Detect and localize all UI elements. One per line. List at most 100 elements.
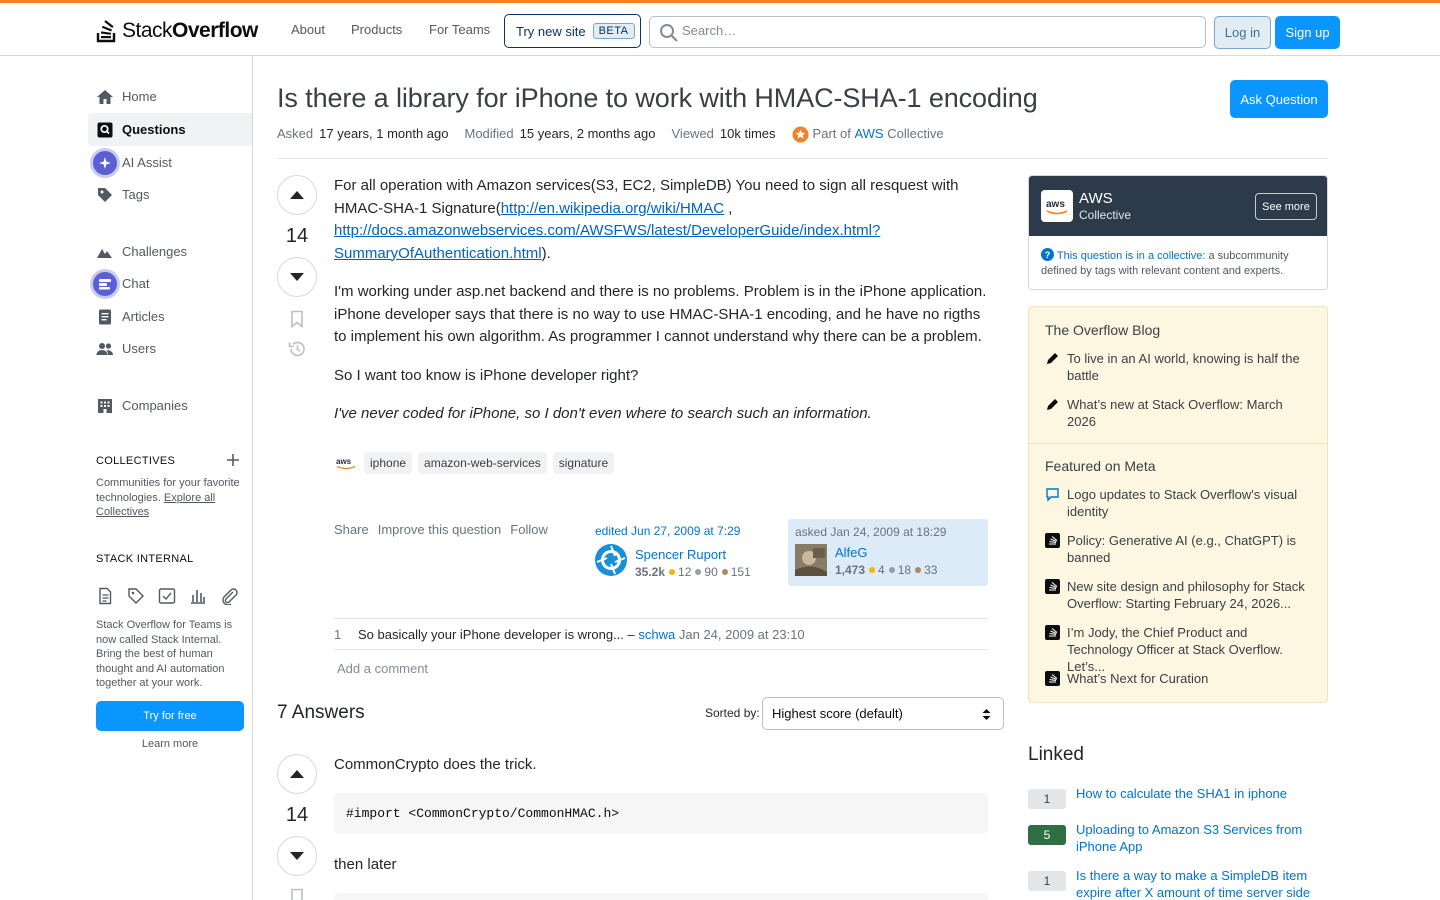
sidebar-item-tags[interactable]: Tags <box>88 178 252 211</box>
collective-card: aws AWS Collective See more ? This quest… <box>1028 175 1328 290</box>
blog-item[interactable]: To live in an AI world, knowing is half … <box>1045 350 1315 384</box>
meta-logo-icon <box>1045 625 1060 640</box>
meta-logo-icon <box>1045 671 1060 686</box>
sidebar-item-label: Chat <box>122 276 150 291</box>
search-input[interactable] <box>682 23 1182 38</box>
learn-more-link[interactable]: Learn more <box>96 738 244 750</box>
gold-badge-icon <box>869 567 876 573</box>
nav-about[interactable]: About <box>291 22 325 37</box>
ask-question-button[interactable]: Ask Question <box>1230 80 1328 118</box>
svg-text:?: ? <box>1045 250 1051 260</box>
see-more-button[interactable]: See more <box>1255 193 1317 220</box>
linked-heading: Linked <box>1028 744 1084 765</box>
asked-value[interactable]: 17 years, 1 month ago <box>319 126 448 143</box>
body-paragraph: For all operation with Amazon services(S… <box>334 175 988 265</box>
linked-title[interactable]: How to calculate the SHA1 in iphone <box>1076 785 1316 802</box>
sidebar-item-companies[interactable]: Companies <box>88 389 252 422</box>
add-collective-icon[interactable] <box>227 454 239 466</box>
sidebar-item-articles[interactable]: Articles <box>88 300 252 333</box>
stack-internal-icons <box>96 587 238 605</box>
logo-text-overflow: Overflow <box>172 19 258 42</box>
nav-for-teams[interactable]: For Teams <box>429 22 490 37</box>
wikipedia-hmac-link[interactable]: http://en.wikipedia.org/wiki/HMAC <box>501 200 724 217</box>
aws-docs-link[interactable]: http://docs.amazonwebservices.com/AWSFWS… <box>334 222 880 262</box>
sidebar-widget-blog: The Overflow Blog To live in an AI world… <box>1028 306 1328 703</box>
sidebar-item-ai-assist[interactable]: AI Assist <box>88 146 252 179</box>
body-paragraph: I've never coded for iPhone, so I don't … <box>334 405 872 422</box>
avatar[interactable] <box>595 544 627 576</box>
header-divider <box>277 158 1328 159</box>
share-link[interactable]: Share <box>334 522 369 537</box>
downvote-button[interactable] <box>277 257 317 297</box>
answer-code-block-2 <box>334 893 988 900</box>
question-title[interactable]: Is there a library for iPhone to work wi… <box>277 83 1038 114</box>
tag-iphone[interactable]: iphone <box>364 452 413 474</box>
articles-icon <box>96 308 114 326</box>
help-icon: ? <box>1041 248 1054 261</box>
editor-username[interactable]: Spencer Ruport <box>635 547 726 562</box>
users-icon <box>96 340 114 358</box>
stack-overflow-logo[interactable]: StackOverflow <box>96 17 258 45</box>
meta-item[interactable]: Policy: Generative AI (e.g., ChatGPT) is… <box>1045 532 1315 566</box>
body-text: ). <box>541 244 551 262</box>
modified-value[interactable]: 15 years, 2 months ago <box>520 126 656 143</box>
ai-assist-icon <box>93 150 117 175</box>
follow-link[interactable]: Follow <box>510 522 548 537</box>
sidebar-item-challenges[interactable]: Challenges <box>88 235 252 268</box>
collective-link[interactable]: AWS <box>854 126 883 143</box>
avatar[interactable] <box>795 544 827 576</box>
linked-title[interactable]: Uploading to Amazon S3 Services from iPh… <box>1076 821 1316 855</box>
comment-text: So basically your iPhone developer is wr… <box>358 626 635 642</box>
try-for-free-button[interactable]: Try for free <box>96 701 244 731</box>
meta-item[interactable]: What’s Next for Curation <box>1045 670 1315 687</box>
upvote-button[interactable] <box>277 175 317 215</box>
answer-bookmark-icon[interactable] <box>289 888 305 900</box>
sort-select[interactable]: Highest score (default) <box>762 697 1004 730</box>
topbar: StackOverflow About Products For Teams T… <box>0 0 1440 56</box>
answer-downvote-button[interactable] <box>277 836 317 876</box>
add-comment-link[interactable]: Add a comment <box>337 661 428 676</box>
tag-amazon-web-services[interactable]: amazon-web-services <box>418 452 547 474</box>
blog-item[interactable]: What’s new at Stack Overflow: March 2026 <box>1045 396 1315 430</box>
aws-logo-icon[interactable]: aws <box>1041 190 1073 222</box>
viewed-label: Viewed <box>671 126 714 141</box>
meta-item[interactable]: Logo updates to Stack Overflow's visual … <box>1045 486 1315 520</box>
linked-title[interactable]: Is there a way to make a SimpleDB item e… <box>1076 867 1316 900</box>
collective-name[interactable]: AWS <box>1079 190 1113 207</box>
sorted-by-label: Sorted by: <box>705 706 760 720</box>
collective-note-link[interactable]: This question is in a collective: <box>1057 250 1206 262</box>
collective-subtitle: Collective <box>1079 208 1132 222</box>
bar-chart-icon <box>191 590 205 604</box>
answer-upvote-button[interactable] <box>277 754 317 794</box>
login-button[interactable]: Log in <box>1214 16 1271 49</box>
comment-date[interactable]: Jan 24, 2009 at 23:10 <box>679 627 805 642</box>
bronze-badge-icon <box>915 567 922 573</box>
comment-user-link[interactable]: schwa <box>638 627 675 642</box>
sidebar-item-chat[interactable]: Chat <box>88 267 252 300</box>
asker-username[interactable]: AlfeG <box>835 545 868 560</box>
sidebar-item-questions[interactable]: Questions <box>88 113 252 146</box>
try-new-site-label: Try new site <box>516 23 586 39</box>
try-new-site-button[interactable]: Try new site BETA <box>504 14 641 48</box>
bronze-badge-count: 151 <box>730 565 751 579</box>
history-icon[interactable] <box>287 339 307 359</box>
sidebar-item-users[interactable]: Users <box>88 332 252 365</box>
body-paragraph: I'm working under asp.net backend and th… <box>334 283 987 345</box>
logo-text: StackOverflow <box>122 19 258 43</box>
tag-outline-icon <box>128 588 144 604</box>
improve-question-link[interactable]: Improve this question <box>378 522 502 537</box>
bookmark-icon[interactable] <box>289 310 305 328</box>
editor-signature: edited Jun 27, 2009 at 7:29 Spencer Rupo… <box>595 524 775 586</box>
nav-products[interactable]: Products <box>351 22 402 37</box>
sidebar-item-label: Users <box>122 341 156 356</box>
edited-time-link[interactable]: edited Jun 27, 2009 at 7:29 <box>595 524 740 538</box>
sidebar-item-home[interactable]: Home <box>88 80 252 113</box>
questions-icon <box>96 121 114 139</box>
upvote-arrow-icon <box>290 191 304 199</box>
meta-item[interactable]: New site design and philosophy for Stack… <box>1045 578 1315 612</box>
signup-button[interactable]: Sign up <box>1275 16 1340 49</box>
tag-signature[interactable]: signature <box>552 452 615 474</box>
meta-item[interactable]: I’m Jody, the Chief Product and Technolo… <box>1045 624 1315 675</box>
svg-text:aws: aws <box>336 457 352 466</box>
silver-badge-icon <box>695 569 702 575</box>
